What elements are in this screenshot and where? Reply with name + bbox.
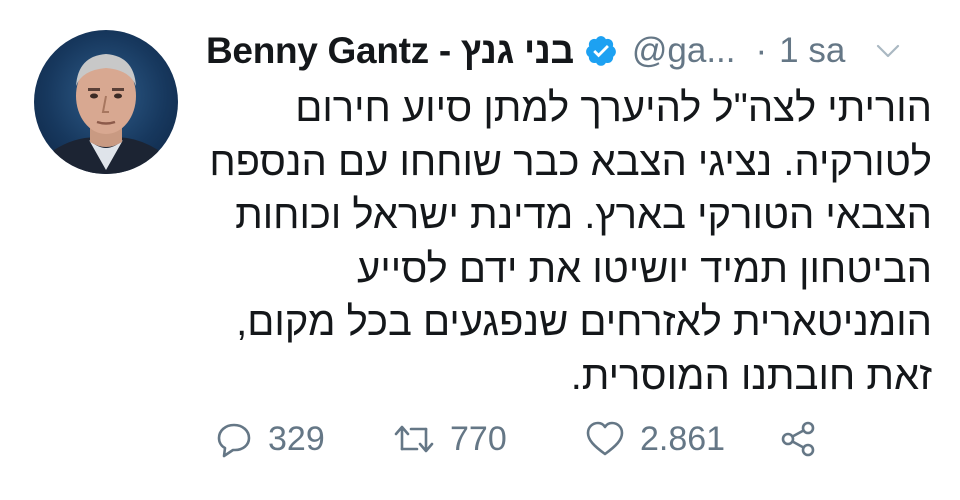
share-button[interactable]: [778, 414, 818, 464]
reply-button[interactable]: 329: [214, 414, 325, 464]
tweet-card[interactable]: Benny Gantz - בני גנץ @ga... · 1 sa הורי…: [0, 0, 960, 500]
heart-icon: [584, 419, 626, 459]
tweet-text-line: הצבאי הטורקי בארץ. מדינת ישראל וכוחות: [235, 193, 932, 237]
display-name[interactable]: Benny Gantz - בני גנץ: [206, 30, 574, 72]
tweet-text: הוריתי לצה"ל להיערך למתן סיוע חירום לטור…: [192, 82, 932, 403]
reply-icon: [214, 419, 254, 459]
share-icon: [778, 419, 818, 459]
verified-badge-icon: [584, 34, 618, 68]
retweet-count: 770: [450, 419, 507, 458]
tweet-text-line: זאת חובתנו המוסרית.: [570, 353, 932, 398]
tweet-timestamp[interactable]: 1 sa: [779, 31, 845, 71]
chevron-down-icon[interactable]: [873, 36, 903, 66]
tweet-text-line: לטורקיה. נציגי הצבא כבר שוחחו עם הנספח: [209, 139, 932, 184]
tweet-text-line: הביטחון תמיד יושיטו את ידם לסייע: [357, 246, 932, 291]
like-count: 2.861: [640, 419, 726, 458]
retweet-button[interactable]: 770: [392, 414, 507, 464]
tweet-header: Benny Gantz - בני גנץ @ga... · 1 sa: [206, 26, 926, 76]
reply-count: 329: [268, 419, 325, 458]
like-button[interactable]: 2.861: [584, 414, 725, 464]
tweet-text-line: הוריתי לצה"ל להיערך למתן סיוע חירום: [295, 86, 932, 130]
tweet-text-line: הומניטארית לאזרחים שנפגעים בכל מקום,: [236, 300, 932, 344]
user-handle[interactable]: @ga...: [632, 31, 736, 71]
tweet-actions: 329 770 2.861: [206, 414, 926, 464]
avatar[interactable]: [34, 30, 178, 174]
retweet-icon: [392, 419, 436, 459]
separator-dot: ·: [755, 31, 768, 70]
